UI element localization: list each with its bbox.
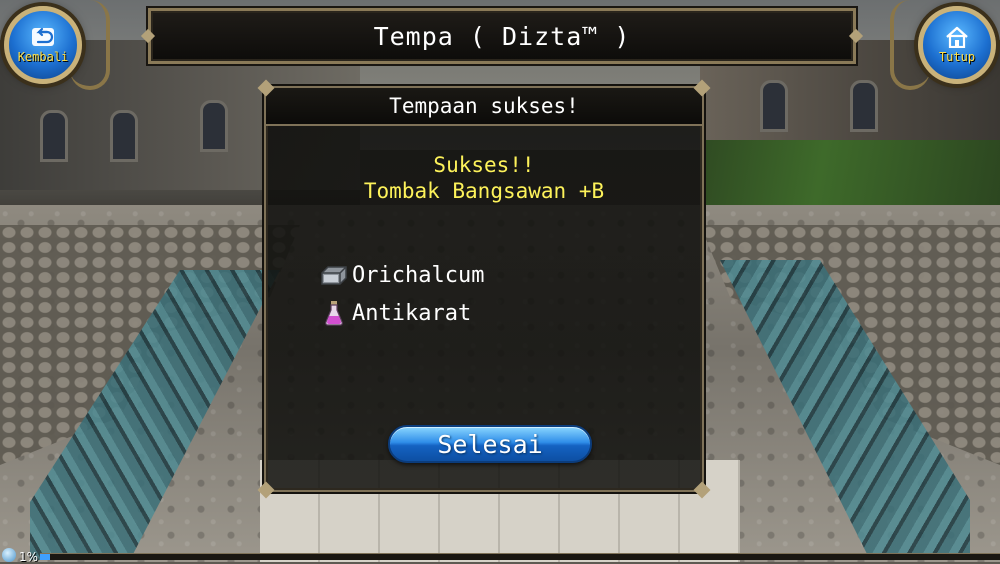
window-title: Tempa ( Dizta™ ) xyxy=(373,21,631,51)
materials-list: Orichalcum Antikarat xyxy=(318,256,484,332)
back-arrow-icon xyxy=(32,27,54,46)
progress-icon xyxy=(2,548,16,562)
forge-result-dialog: Tempaan sukses! Sukses!! Tombak Bangsawa… xyxy=(257,79,711,499)
ore-icon xyxy=(318,261,350,289)
window-title-bar: Tempa ( Dizta™ ) xyxy=(148,8,856,64)
list-item: Antikarat xyxy=(318,294,484,332)
progress-track xyxy=(40,553,1000,560)
home-icon xyxy=(946,26,968,48)
result-item-name: Tombak Bangsawan +B xyxy=(363,179,605,203)
forge-result: Sukses!! Tombak Bangsawan +B xyxy=(266,152,702,204)
close-button[interactable]: Tutup xyxy=(918,6,996,84)
progress-fill xyxy=(40,554,50,560)
back-button-label: Kembali xyxy=(17,50,69,64)
material-name: Antikarat xyxy=(352,300,472,326)
list-item: Orichalcum xyxy=(318,256,484,294)
done-button-label: Selesai xyxy=(437,429,543,459)
back-button[interactable]: Kembali xyxy=(4,6,82,84)
dialog-title: Tempaan sukses! xyxy=(389,94,579,118)
potion-icon xyxy=(318,299,350,327)
close-button-label: Tutup xyxy=(938,50,976,64)
done-button[interactable]: Selesai xyxy=(388,425,592,463)
material-name: Orichalcum xyxy=(352,262,485,288)
result-status: Sukses!! xyxy=(433,153,535,177)
loading-progress: 1% xyxy=(0,548,1000,564)
dialog-header: Tempaan sukses! xyxy=(266,88,702,126)
